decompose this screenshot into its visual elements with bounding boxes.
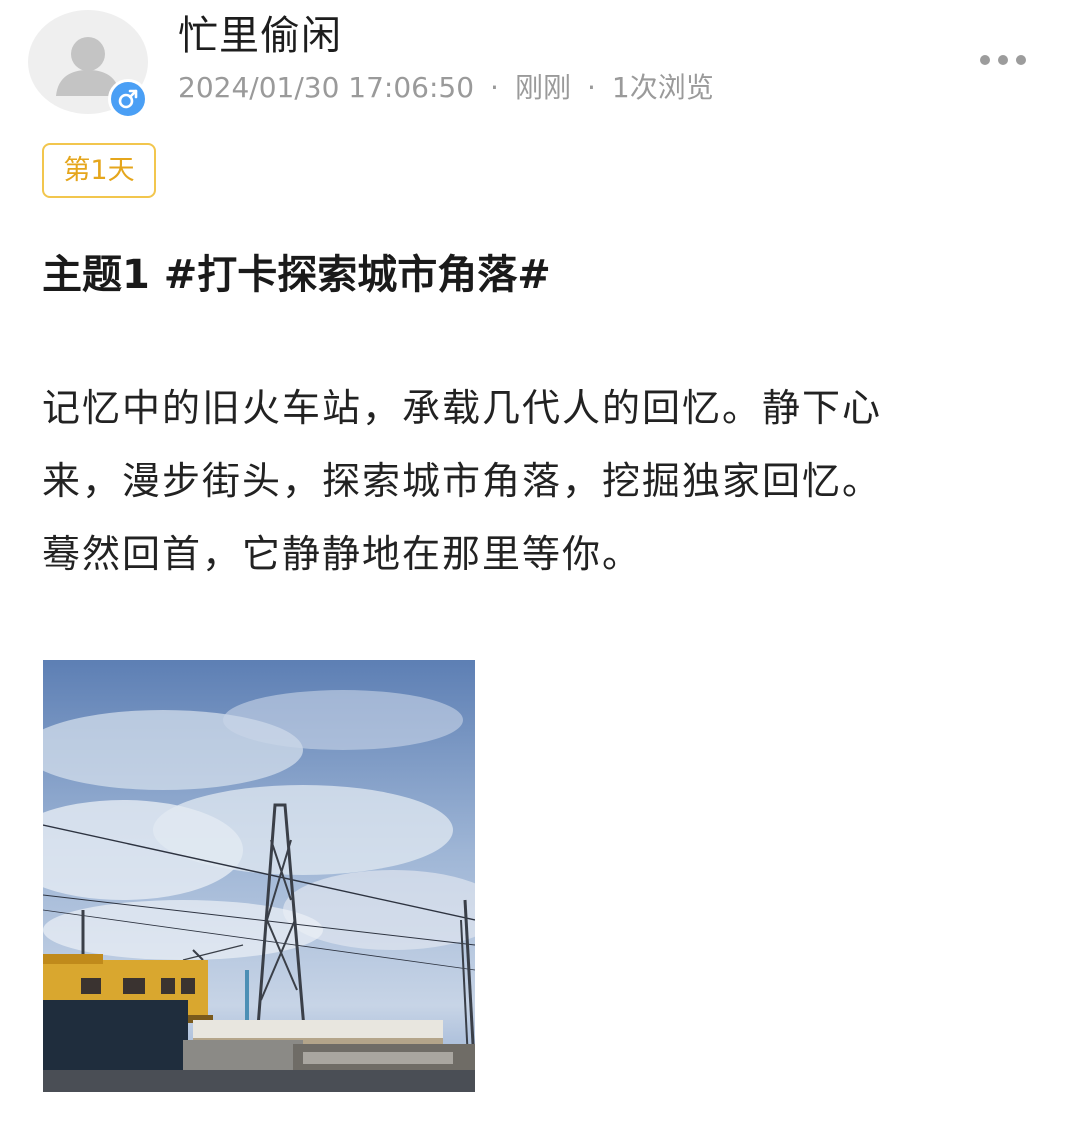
post-body-line: 记忆中的旧火车站，承载几代人的回忆。静下心	[42, 386, 883, 430]
post-relative-time: 刚刚	[514, 71, 571, 104]
post-body: 记忆中的旧火车站，承载几代人的回忆。静下心 来，漫步街头，探索城市角落，挖掘独家…	[42, 372, 942, 591]
gender-badge	[108, 79, 148, 119]
post-datetime: 2024/01/30 17:06:50	[178, 71, 475, 104]
more-options-button[interactable]	[968, 40, 1034, 80]
post-view-count: 1次浏览	[611, 71, 714, 104]
topic-title[interactable]: 主题1 #打卡探索城市角落#	[42, 246, 551, 304]
meta-separator: ·	[586, 71, 596, 104]
post-body-line: 来，漫步街头，探索城市角落，挖掘独家回忆。	[42, 459, 883, 503]
post-meta: 2024/01/30 17:06:50 · 刚刚 · 1次浏览	[178, 68, 714, 108]
post-body-line: 蓦然回首，它静静地在那里等你。	[42, 532, 643, 576]
author-name[interactable]: 忙里偷闲	[178, 10, 342, 62]
post-detail: 忙里偷闲 2024/01/30 17:06:50 · 刚刚 · 1次浏览 第1天 主题1…	[0, 0, 1080, 1136]
meta-separator: ·	[490, 71, 499, 104]
day-tag: 第1天	[42, 143, 156, 198]
male-symbol-icon	[118, 89, 138, 109]
post-photo[interactable]	[43, 660, 475, 1092]
more-dots-icon	[980, 55, 1026, 65]
railway-station-photo	[43, 660, 475, 1092]
